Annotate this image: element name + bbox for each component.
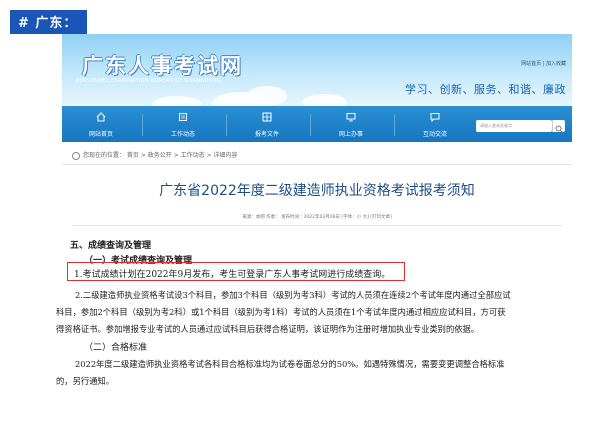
main-nav: 网站首页 工作动态 报考文件 网上办事 互动交流 请输入查询关键字	[62, 106, 572, 142]
nav-divider	[394, 114, 395, 136]
paragraph-line: 的，另行通知。	[56, 376, 115, 386]
nav-divider	[310, 114, 311, 136]
nav-divider	[142, 114, 143, 136]
divider	[62, 164, 572, 165]
nav-item-online-services[interactable]: 网上办事	[316, 106, 386, 142]
cloud-decoration	[152, 96, 202, 106]
highlight-box	[67, 262, 405, 281]
nav-item-label: 报考文件	[254, 131, 279, 138]
paragraph-line: 2.二级建造师执业资格考试设3个科目，参加3个科目（级别为考3科）考试的人员须在…	[75, 290, 511, 300]
cloud-decoration	[247, 86, 287, 106]
nav-item-news[interactable]: 工作动态	[148, 106, 218, 142]
breadcrumb-text[interactable]: 您现在的位置： 首页 > 政务公开 > 工作动态 > 详细内容	[83, 152, 237, 159]
search-button[interactable]	[552, 120, 565, 133]
monitor-icon	[346, 113, 356, 122]
article-title: 广东省2022年度二级建造师执业资格考试报考须知	[159, 183, 475, 199]
search-input[interactable]: 请输入查询关键字	[476, 120, 552, 132]
paragraph-line: 科目，参加2个科目（级别为考2科）或1个科目（级别为考1科）考试的人员须在1个考…	[56, 307, 506, 317]
news-icon	[179, 113, 187, 121]
nav-item-label: 网站首页	[88, 131, 113, 138]
location-pin-icon	[72, 151, 80, 160]
breadcrumb: 您现在的位置： 首页 > 政务公开 > 工作动态 > 详细内容	[72, 150, 237, 160]
nav-item-label: 网上办事	[338, 131, 363, 138]
site-logo-subtitle: PERSONNEL EXAMINATION BUREAU OF GUANGDON…	[76, 78, 222, 84]
paragraph-line: 得资格证书。参加增报专业考试的人员通过应试科目后获得合格证明，该证明作为注册时增…	[56, 324, 480, 334]
article-meta: 来源：本网 作者： 发布时间：2022年03月08日 [字体：小 大] [打印文…	[242, 215, 392, 220]
paragraph-line: 2022年度二级建造师执业资格考试各科目合格标准均为试卷卷面总分的50%。如遇特…	[75, 359, 505, 369]
nav-item-label: 互动交流	[422, 131, 447, 138]
search-icon	[555, 125, 563, 133]
nav-divider	[226, 114, 227, 136]
home-icon	[96, 112, 106, 122]
nav-item-interaction[interactable]: 互动交流	[400, 106, 470, 142]
nav-item-label: 工作动态	[170, 131, 195, 138]
chat-icon	[430, 113, 440, 122]
site-banner: 广东人事考试网 PERSONNEL EXAMINATION BUREAU OF …	[62, 34, 572, 106]
divider	[72, 225, 562, 226]
website-screenshot: 广东人事考试网 PERSONNEL EXAMINATION BUREAU OF …	[62, 34, 572, 236]
site-slogan: 学习、创新、服务、和谐、廉政	[405, 83, 566, 96]
site-logo-title[interactable]: 广东人事考试网	[82, 50, 243, 80]
province-tag: # 广东：	[10, 10, 88, 34]
cloud-decoration	[302, 94, 347, 106]
section-heading: 五、成绩查询及管理	[70, 241, 152, 251]
top-links[interactable]: 网站首页 | 加入收藏	[521, 60, 566, 67]
document-icon	[262, 112, 272, 122]
subsection-heading: （二）合格标准	[84, 343, 148, 353]
nav-item-home[interactable]: 网站首页	[66, 106, 136, 142]
nav-item-documents[interactable]: 报考文件	[232, 106, 302, 142]
